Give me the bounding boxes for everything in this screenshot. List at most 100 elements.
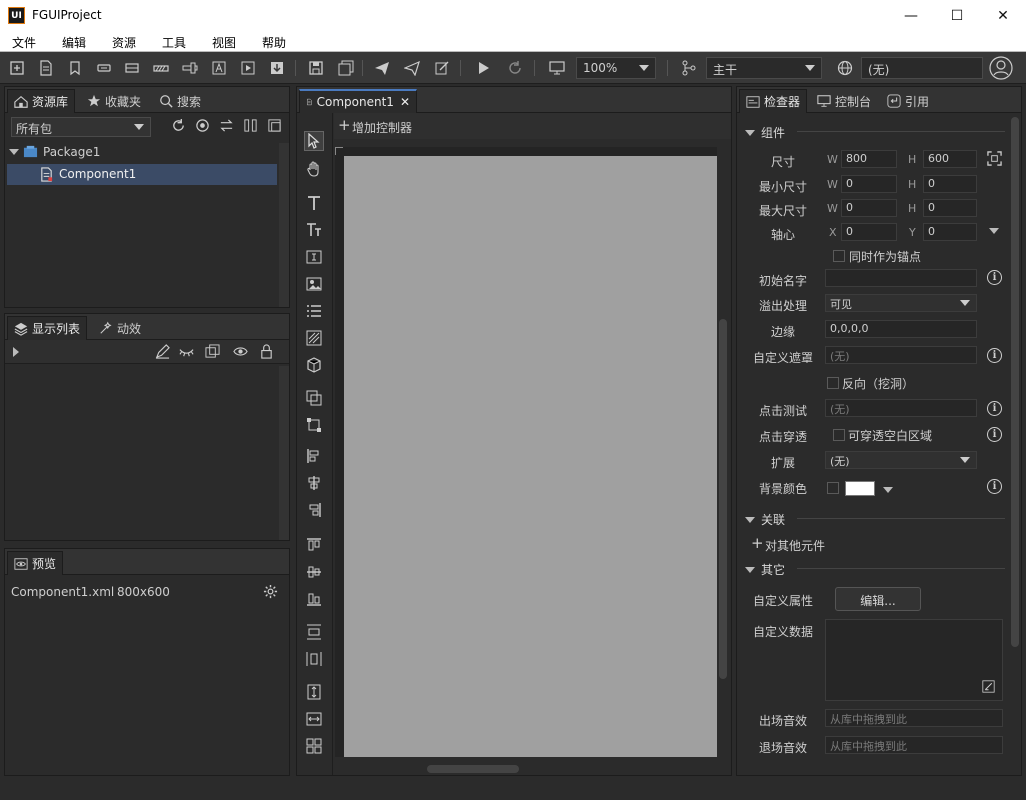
plus-icon[interactable]: + — [751, 534, 764, 552]
device-preview-icon[interactable] — [547, 58, 567, 78]
refresh-icon[interactable] — [171, 118, 186, 133]
hit-test-input[interactable]: (无) — [825, 399, 977, 417]
copy-icon[interactable] — [205, 344, 220, 359]
menu-assets[interactable]: 资源 — [100, 32, 150, 51]
save-all-icon[interactable] — [336, 58, 356, 78]
section-other-header[interactable]: 其它 — [745, 561, 785, 578]
3d-tool-icon[interactable] — [304, 355, 324, 375]
pivot-y-input[interactable]: 0 — [923, 223, 977, 241]
import-icon[interactable] — [267, 58, 287, 78]
new-label-icon[interactable] — [209, 58, 229, 78]
group-tool-icon[interactable] — [304, 388, 324, 408]
edit-custom-props-button[interactable]: 编辑... — [835, 587, 921, 611]
input-text-tool-icon[interactable] — [304, 247, 324, 267]
tab-references[interactable]: 引用 — [881, 89, 935, 113]
tab-favorites[interactable]: 收藏夹 — [81, 89, 147, 113]
fit-size-icon[interactable] — [987, 151, 1002, 166]
enter-sound-input[interactable]: 从库中拖拽到此 — [825, 709, 1003, 727]
eye-icon[interactable] — [233, 344, 248, 359]
extend-select[interactable]: (无) — [825, 451, 977, 469]
play-icon[interactable] — [473, 58, 493, 78]
exit-sound-input[interactable]: 从库中拖拽到此 — [825, 736, 1003, 754]
language-globe-icon[interactable] — [835, 58, 855, 78]
distribute-horizontal-icon[interactable] — [304, 649, 324, 669]
distribute-vertical-icon[interactable] — [304, 622, 324, 642]
min-height-input[interactable]: 0 — [923, 175, 977, 193]
reverse-checkbox[interactable] — [827, 377, 839, 389]
click-through-checkbox[interactable] — [833, 429, 845, 441]
tab-preview[interactable]: 预览 — [7, 551, 64, 575]
new-combobox-icon[interactable] — [122, 58, 142, 78]
branch-icon[interactable] — [679, 58, 699, 78]
pivot-dropdown-icon[interactable] — [989, 228, 1005, 234]
tab-component1[interactable]: Component1 ✕ — [299, 89, 417, 113]
align-right-icon[interactable] — [304, 589, 324, 609]
tree-package-label[interactable]: Package1 — [43, 145, 100, 159]
section-component-header[interactable]: 组件 — [745, 124, 785, 141]
swap-icon[interactable] — [219, 118, 234, 133]
inspector-scrollbar[interactable] — [1011, 117, 1019, 647]
language-select[interactable]: (无) — [861, 57, 983, 79]
bg-color-checkbox[interactable] — [827, 482, 839, 494]
transform-tool-icon[interactable] — [304, 415, 324, 435]
align-middle-icon[interactable] — [304, 562, 324, 582]
new-package-icon[interactable] — [7, 58, 27, 78]
info-icon[interactable]: i — [987, 479, 1002, 494]
tab-search[interactable]: 搜索 — [153, 89, 207, 113]
refresh-icon[interactable] — [505, 58, 525, 78]
save-icon[interactable] — [306, 58, 326, 78]
publish-icon[interactable] — [372, 58, 392, 78]
bg-color-swatch[interactable] — [845, 481, 875, 496]
new-movieclip-icon[interactable] — [238, 58, 258, 78]
richtext-tool-icon[interactable] — [304, 220, 324, 240]
new-progressbar-icon[interactable] — [151, 58, 171, 78]
component-canvas[interactable] — [344, 156, 717, 757]
menu-file[interactable]: 文件 — [0, 32, 50, 51]
add-controller-button[interactable]: 增加控制器 — [352, 119, 412, 136]
gear-icon[interactable] — [263, 584, 278, 599]
menu-tools[interactable]: 工具 — [150, 32, 200, 51]
mask-input[interactable]: (无) — [825, 346, 977, 364]
tab-console[interactable]: 控制台 — [811, 89, 877, 113]
tab-library[interactable]: 资源库 — [7, 89, 76, 113]
info-icon[interactable]: i — [987, 270, 1002, 285]
tab-inspector[interactable]: 检查器 — [739, 89, 808, 113]
list-tool-icon[interactable] — [304, 301, 324, 321]
margin-input[interactable]: 0,0,0,0 — [825, 320, 977, 338]
menu-help[interactable]: 帮助 — [250, 32, 300, 51]
play-triangle-icon[interactable] — [13, 347, 19, 357]
menu-edit[interactable]: 编辑 — [50, 32, 100, 51]
new-component-icon[interactable] — [36, 58, 56, 78]
columns-icon[interactable] — [243, 118, 258, 133]
close-button[interactable]: ✕ — [980, 0, 1026, 32]
text-tool-icon[interactable] — [304, 193, 324, 213]
package-filter-select[interactable]: 所有包 — [11, 117, 151, 137]
align-left-icon[interactable] — [304, 535, 324, 555]
user-avatar-icon[interactable] — [988, 55, 1014, 81]
expand-edit-icon[interactable] — [982, 680, 995, 693]
align-top-icon[interactable] — [304, 446, 324, 466]
library-scrollbar[interactable] — [279, 143, 289, 307]
max-width-input[interactable]: 0 — [841, 199, 897, 217]
hand-tool-icon[interactable] — [304, 159, 324, 179]
new-button-icon[interactable] — [94, 58, 114, 78]
branch-select[interactable]: 主干 — [706, 57, 822, 79]
same-width-icon[interactable] — [304, 709, 324, 729]
new-window-icon[interactable] — [267, 118, 282, 133]
tab-display-list[interactable]: 显示列表 — [7, 316, 88, 340]
custom-data-textarea[interactable] — [825, 619, 1003, 701]
close-tab-icon[interactable]: ✕ — [400, 95, 410, 109]
publish-settings-icon[interactable] — [432, 58, 452, 78]
zoom-select[interactable]: 100% — [576, 57, 656, 79]
image-tool-icon[interactable] — [304, 274, 324, 294]
pivot-x-input[interactable]: 0 — [841, 223, 897, 241]
new-slider-icon[interactable] — [180, 58, 200, 78]
color-dropdown-icon[interactable] — [883, 487, 899, 493]
overflow-select[interactable]: 可见 — [825, 294, 977, 312]
graph-tool-icon[interactable] — [304, 328, 324, 348]
minimize-button[interactable]: — — [888, 0, 934, 32]
add-relation-button[interactable]: 对其他元件 — [765, 537, 825, 554]
info-icon[interactable]: i — [987, 401, 1002, 416]
locate-icon[interactable] — [195, 118, 210, 133]
canvas-vertical-scrollbar[interactable] — [719, 319, 727, 679]
